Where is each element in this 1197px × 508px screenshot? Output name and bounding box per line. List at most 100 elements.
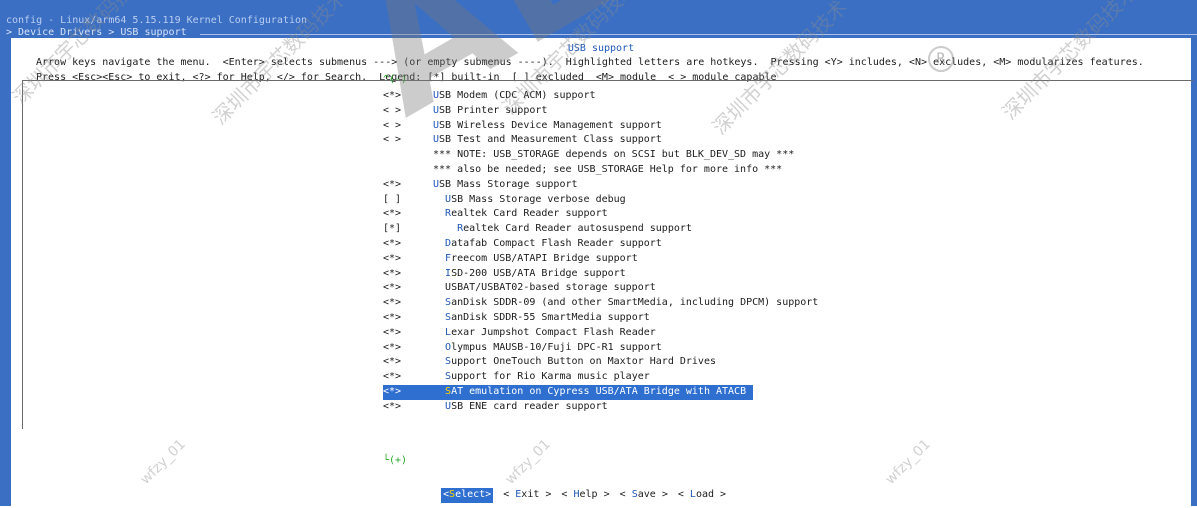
menu-indent — [433, 297, 445, 308]
button-4[interactable]: < Load > — [678, 488, 726, 503]
menu-item[interactable]: <*> Freecom USB/ATAPI Bridge support — [383, 252, 818, 267]
bracket: > — [485, 489, 492, 500]
option-state: <*> — [383, 341, 402, 353]
option-state: <*> — [383, 252, 402, 264]
menu-item-label: reecom USB/ATAPI Bridge support — [451, 252, 638, 264]
scroll-up-indicator[interactable]: ^(-) — [383, 73, 407, 88]
option-state: <*> — [383, 371, 402, 383]
menu-indent — [433, 238, 445, 249]
bracket: > — [603, 489, 610, 500]
menu-item-label: ealtek Card Reader support — [451, 208, 608, 220]
bracket: > — [661, 489, 668, 500]
option-state: <*> — [383, 90, 402, 101]
menu-item-label: anDisk SDDR-09 (and other SmartMedia, in… — [451, 297, 819, 309]
menu-item-label: USBAT/USBAT02-based storage support — [445, 282, 656, 294]
button-bar: <Select> < Exit > < Help > < Save > < Load > — [441, 488, 736, 503]
button-3[interactable]: < Save > — [620, 488, 668, 503]
menu-indent — [433, 327, 445, 338]
menu-item[interactable]: <*> Support for Rio Karma music player — [383, 370, 818, 385]
menu-comment: *** NOTE: USB_STORAGE depends on SCSI bu… — [383, 148, 818, 163]
bracket: > — [545, 489, 552, 500]
menu-indent — [433, 401, 445, 412]
menu-indent — [433, 386, 445, 397]
button-1[interactable]: < Exit > — [503, 488, 551, 503]
menu-indent — [433, 253, 445, 264]
menu-item[interactable]: < > USB Test and Measurement Class suppor… — [383, 133, 818, 148]
option-state: <*> — [383, 178, 402, 190]
menu-comment: *** also be needed; see USB_STORAGE Help… — [383, 163, 818, 178]
menu-item-label: lympus MAUSB-10/Fuji DPC-R1 support — [451, 341, 662, 353]
button-label: ave — [637, 489, 656, 500]
bracket: < — [619, 489, 626, 500]
menu-item[interactable]: <*> Lexar Jumpshot Compact Flash Reader — [383, 326, 818, 341]
option-state: <*> — [383, 282, 402, 294]
button-0[interactable]: <Select> — [441, 488, 494, 503]
menu-indent — [433, 223, 457, 234]
menu-item[interactable]: <*> SAT emulation on Cypress USB/ATA Bri… — [383, 384, 753, 400]
menu-item[interactable]: <*> Olympus MAUSB-10/Fuji DPC-R1 support — [383, 341, 818, 356]
button-label: elp — [579, 489, 598, 500]
menu-item-label: SB Wireless Device Management support — [439, 119, 662, 131]
menu-item-label: upport OneTouch Button on Maxtor Hard Dr… — [451, 356, 716, 368]
help-line-1: Arrow keys navigate the menu. <Enter> se… — [36, 57, 1144, 68]
menu-item[interactable]: <*> Support OneTouch Button on Maxtor Ha… — [383, 355, 818, 370]
menu-item-label: *** NOTE: USB_STORAGE depends on SCSI bu… — [433, 149, 795, 161]
menu-item-label: exar Jumpshot Compact Flash Reader — [451, 326, 656, 338]
option-state: <*> — [383, 356, 402, 368]
menu-item[interactable]: <*> SanDisk SDDR-55 SmartMedia support — [383, 311, 818, 326]
menu-indent — [433, 356, 445, 367]
menu-indent — [433, 194, 445, 205]
menu-item-label: *** also be needed; see USB_STORAGE Help… — [433, 163, 783, 175]
option-state: <*> — [383, 208, 402, 220]
bracket: < — [503, 489, 510, 500]
option-state: <*> — [383, 297, 402, 309]
menu-item-label: ealtek Card Reader autosuspend support — [463, 223, 692, 235]
menu-indent — [433, 312, 445, 323]
option-state: [ ] — [383, 193, 402, 205]
button-label: oad — [695, 489, 715, 500]
option-state: <*> — [383, 237, 402, 249]
button-2[interactable]: < Help > — [561, 488, 609, 503]
menu-item[interactable]: <*> ISD-200 USB/ATA Bridge support — [383, 267, 818, 282]
bracket: > — [720, 489, 727, 500]
menu-item[interactable]: <*> Datafab Compact Flash Reader support — [383, 237, 818, 252]
option-state: <*> — [383, 400, 402, 412]
menu-item[interactable]: <*> USBAT/USBAT02-based storage support — [383, 281, 818, 296]
menu-indent — [433, 268, 445, 279]
option-state: <*> — [383, 326, 402, 338]
menu-item-label: SB Modem (CDC ACM) support — [439, 90, 596, 101]
menu-item-label: upport for Rio Karma music player — [451, 371, 650, 383]
scroll-down-indicator[interactable]: └(+) — [383, 454, 407, 469]
bracket: < — [677, 489, 684, 500]
option-state: < > — [383, 134, 402, 146]
bracket: < — [561, 489, 568, 500]
menu-item[interactable]: [ ] USB Mass Storage verbose debug — [383, 193, 818, 208]
menu-item-label: SD-200 USB/ATA Bridge support — [451, 267, 626, 279]
menu-indent — [433, 208, 445, 219]
breadcrumb-divider — [200, 34, 1197, 35]
dialog-title: USB support — [567, 43, 635, 54]
menu-item-label: SB Printer support — [439, 104, 548, 116]
menu-item[interactable]: <*> SanDisk SDDR-09 (and other SmartMedi… — [383, 296, 818, 311]
menu-item[interactable]: <*> Realtek Card Reader support — [383, 207, 818, 222]
option-state: <*> — [383, 267, 402, 279]
registered-mark-icon: R — [928, 46, 954, 72]
menu-indent — [433, 371, 445, 382]
menu-item-label: SB Mass Storage verbose debug — [451, 193, 626, 205]
menu-list[interactable]: <*> USB Modem (CDC ACM) support < > USB Pri… — [383, 89, 818, 415]
menu-item-label: SB ENE card reader support — [451, 400, 608, 412]
button-label: xit — [521, 489, 540, 500]
menu-indent — [433, 342, 445, 353]
option-state: < > — [383, 104, 402, 116]
menu-item[interactable]: < > USB Wireless Device Management suppor… — [383, 119, 818, 134]
menu-item[interactable]: [*] Realtek Card Reader autosuspend supp… — [383, 222, 818, 237]
menu-item[interactable]: <*> USB ENE card reader support — [383, 400, 818, 415]
menu-item[interactable]: <*> USB Mass Storage support — [383, 178, 818, 193]
menu-item-label: SB Mass Storage support — [439, 178, 578, 190]
menu-item-label: SB Test and Measurement Class support — [439, 134, 662, 146]
menu-item[interactable]: < > USB Printer support — [383, 104, 818, 119]
option-state: <*> — [383, 385, 402, 397]
menu-item[interactable]: <*> USB Modem (CDC ACM) support — [383, 89, 818, 104]
menu-item-label: anDisk SDDR-55 SmartMedia support — [451, 311, 650, 323]
option-state: [*] — [383, 223, 402, 235]
